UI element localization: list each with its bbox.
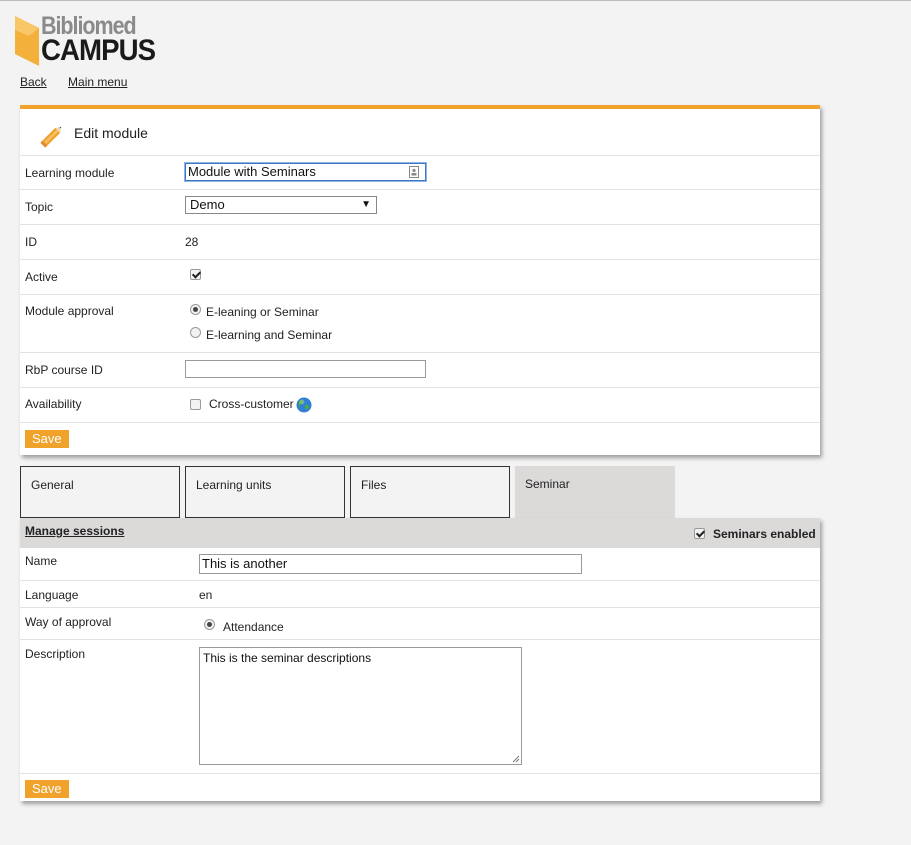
edit-module-footer: Save bbox=[20, 423, 820, 455]
approval-or-label: E-leaning or Seminar bbox=[206, 305, 319, 319]
seminar-language-value: en bbox=[199, 588, 213, 602]
active-row: Active bbox=[20, 260, 820, 295]
module-approval-label: Module approval bbox=[25, 304, 114, 318]
learning-module-row: Learning module Module with Seminars bbox=[20, 156, 820, 190]
topic-select[interactable]: Demo ▼ bbox=[185, 196, 377, 214]
tab-files[interactable]: Files bbox=[350, 466, 510, 518]
learning-module-label: Learning module bbox=[25, 166, 115, 180]
tab-general[interactable]: General bbox=[20, 466, 180, 518]
approval-and-radio[interactable] bbox=[190, 327, 201, 338]
module-approval-row: Module approval E-leaning or Seminar E-l… bbox=[20, 295, 820, 353]
approval-and-label: E-learning and Seminar bbox=[206, 328, 333, 342]
rbp-course-label: RbP course ID bbox=[25, 363, 103, 377]
brand-logo: Bibliomed CAMPUS bbox=[15, 12, 156, 70]
seminar-header: Manage sessions Seminars enabled bbox=[20, 518, 820, 548]
description-label: Description bbox=[25, 647, 86, 661]
edit-module-title: Edit module bbox=[74, 125, 148, 141]
cross-customer-checkbox[interactable] bbox=[190, 399, 201, 410]
pencil-icon bbox=[40, 126, 62, 148]
way-of-approval-label: Way of approval bbox=[25, 615, 112, 629]
way-of-approval-row: Way of approval Attendance bbox=[20, 608, 820, 640]
topic-label: Topic bbox=[25, 200, 54, 214]
rbp-course-input[interactable] bbox=[185, 360, 426, 378]
seminar-name-label: Name bbox=[25, 554, 58, 568]
resize-grip-icon[interactable] bbox=[512, 755, 520, 763]
active-label: Active bbox=[25, 270, 58, 284]
seminar-name-input[interactable]: This is another bbox=[199, 554, 582, 574]
manage-sessions-link[interactable]: Manage sessions bbox=[25, 524, 124, 538]
id-row: ID 28 bbox=[20, 225, 820, 260]
brand-logo-mark-icon bbox=[15, 16, 39, 66]
back-link[interactable]: Back bbox=[20, 75, 47, 89]
description-value: This is the seminar descriptions bbox=[203, 651, 372, 665]
seminars-enabled-checkbox[interactable] bbox=[694, 528, 705, 539]
description-textarea[interactable]: This is the seminar descriptions bbox=[199, 647, 522, 765]
globe-icon bbox=[296, 397, 312, 413]
active-checkbox[interactable] bbox=[190, 269, 201, 280]
seminar-language-row: Language en bbox=[20, 581, 820, 608]
rbp-course-row: RbP course ID bbox=[20, 353, 820, 388]
seminars-enabled-label: Seminars enabled bbox=[713, 527, 816, 541]
top-nav: Back Main menu bbox=[20, 75, 145, 89]
tab-learning-units[interactable]: Learning units bbox=[185, 466, 345, 518]
learning-module-value: Module with Seminars bbox=[188, 164, 316, 179]
seminar-language-label: Language bbox=[25, 588, 79, 602]
seminar-footer: Save bbox=[20, 774, 820, 804]
description-row: Description This is the seminar descript… bbox=[20, 640, 820, 774]
seminar-save-button[interactable]: Save bbox=[25, 780, 69, 798]
availability-label: Availability bbox=[25, 397, 82, 411]
edit-module-header: Edit module bbox=[20, 109, 820, 156]
edit-module-panel: Edit module Learning module Module with … bbox=[20, 105, 820, 455]
seminar-panel: Manage sessions Seminars enabled Name Th… bbox=[20, 518, 820, 801]
approval-or-radio[interactable] bbox=[190, 304, 201, 315]
topic-value: Demo bbox=[190, 197, 225, 212]
contact-card-icon bbox=[409, 166, 419, 178]
cross-customer-label: Cross-customer bbox=[209, 397, 294, 411]
availability-row: Availability Cross-customer bbox=[20, 388, 820, 423]
seminar-name-row: Name This is another bbox=[20, 548, 820, 581]
attendance-radio[interactable] bbox=[204, 619, 215, 630]
save-button[interactable]: Save bbox=[25, 430, 69, 448]
dropdown-arrow-icon: ▼ bbox=[361, 199, 371, 210]
id-label: ID bbox=[25, 235, 37, 249]
top-border bbox=[0, 0, 911, 1]
learning-module-input[interactable]: Module with Seminars bbox=[185, 163, 426, 181]
attendance-label: Attendance bbox=[223, 620, 284, 634]
main-menu-link[interactable]: Main menu bbox=[68, 75, 127, 89]
topic-row: Topic Demo ▼ bbox=[20, 190, 820, 225]
tab-seminar[interactable]: Seminar bbox=[515, 466, 675, 518]
brand-name-line2: CAMPUS bbox=[41, 34, 156, 67]
id-value: 28 bbox=[185, 235, 199, 249]
